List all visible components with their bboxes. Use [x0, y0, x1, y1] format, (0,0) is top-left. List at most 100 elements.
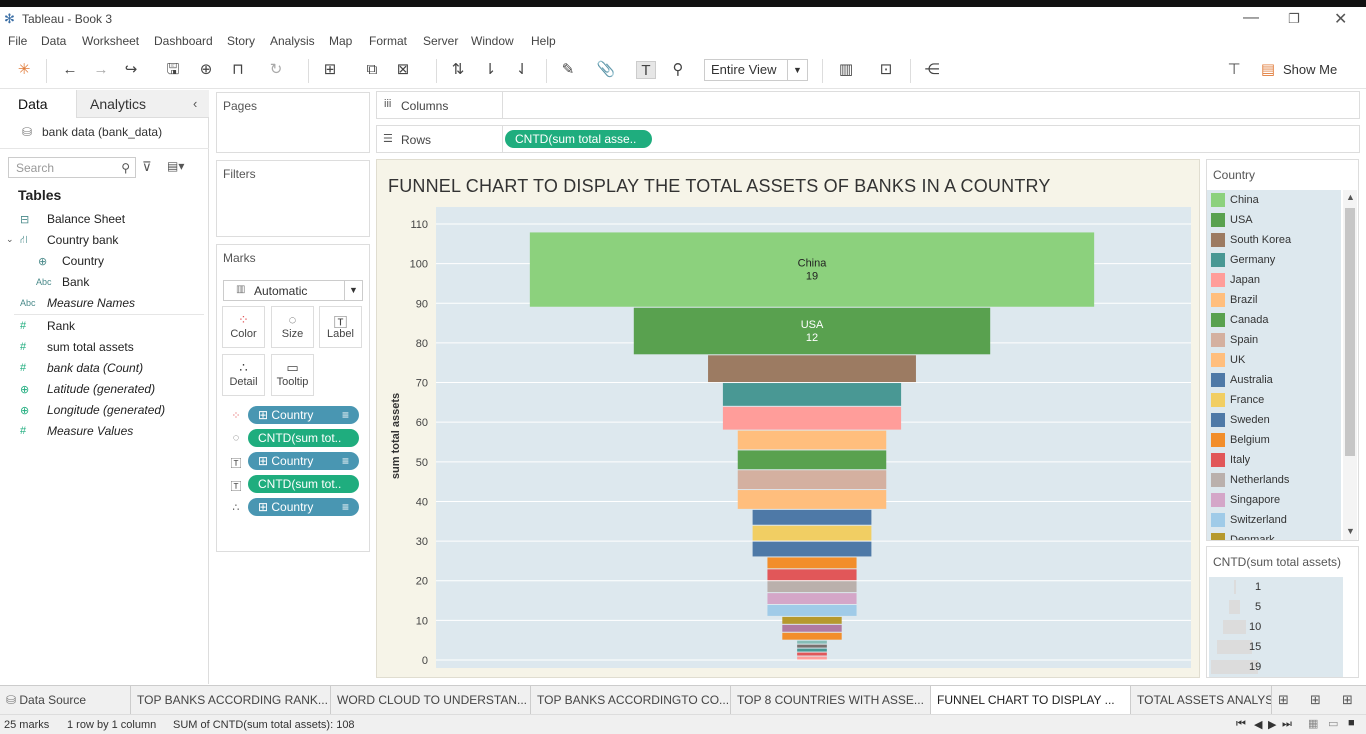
replay-icon[interactable]: ↪	[121, 61, 141, 79]
detail-button[interactable]: ∴ Detail	[222, 354, 265, 396]
pause-updates-icon[interactable]: ⊓	[228, 61, 248, 79]
tab-analytics[interactable]: Analytics	[90, 96, 146, 112]
legend-item[interactable]: Switzerland	[1207, 510, 1341, 530]
legend-item[interactable]: South Korea	[1207, 230, 1341, 250]
field-latitude[interactable]: Latitude (generated)	[47, 382, 155, 396]
next-page-icon[interactable]: ▶	[1268, 718, 1276, 731]
view-options-icon[interactable]: ▤▾	[167, 159, 184, 173]
mark-type-select[interactable]: ▥ Automatic ▼	[223, 280, 363, 301]
tab-sheet[interactable]: TOP 8 COUNTRIES WITH ASSE...	[731, 686, 931, 714]
highlight-icon[interactable]: ✎	[558, 61, 578, 79]
clear-sheet-icon[interactable]: ⊠	[393, 61, 413, 79]
show-me-button[interactable]: Show Me	[1283, 62, 1337, 77]
scroll-down-icon[interactable]: ▼	[1346, 526, 1355, 536]
size-button[interactable]: ◌ Size	[271, 306, 314, 348]
tableau-home-icon[interactable]: ✳	[14, 61, 34, 79]
tooltip-button[interactable]: ▭ Tooltip	[271, 354, 314, 396]
legend-item[interactable]: Denmark	[1207, 530, 1341, 540]
funnel-segment[interactable]	[752, 541, 872, 557]
search-input[interactable]: Search ⚲	[8, 157, 136, 178]
restore-icon[interactable]: ❐	[1288, 11, 1300, 27]
field-measure-values[interactable]: Measure Values	[47, 424, 133, 438]
field-bank[interactable]: Bank	[62, 275, 89, 289]
paint-brush-icon[interactable]: ⊤	[1224, 61, 1244, 79]
legend-item[interactable]: Australia	[1207, 370, 1341, 390]
save-icon[interactable]: 🖫	[163, 61, 183, 79]
field-bank-data-count[interactable]: bank data (Count)	[47, 361, 143, 375]
tab-sheet[interactable]: WORD CLOUD TO UNDERSTAN...	[331, 686, 531, 714]
show-me-icon[interactable]: ▤	[1258, 61, 1278, 79]
funnel-segment[interactable]	[737, 490, 887, 509]
chevron-down-icon[interactable]: ⌄	[6, 234, 14, 245]
tab-sheet[interactable]: TOTAL ASSETS ANALYS	[1131, 686, 1272, 714]
field-country-bank[interactable]: Country bank	[47, 233, 118, 247]
funnel-segment[interactable]	[767, 581, 857, 593]
funnel-segment[interactable]	[782, 616, 842, 624]
legend-item[interactable]: Netherlands	[1207, 470, 1341, 490]
marks-pill-color-country[interactable]: ⊞ Country ≡	[248, 406, 359, 424]
funnel-segment[interactable]	[782, 632, 842, 640]
funnel-segment[interactable]	[797, 648, 827, 652]
menu-window[interactable]: Window	[471, 34, 514, 48]
funnel-segment[interactable]	[797, 656, 827, 660]
legend-item[interactable]: Italy	[1207, 450, 1341, 470]
funnel-segment[interactable]	[782, 624, 842, 632]
legend-item[interactable]: Singapore	[1207, 490, 1341, 510]
funnel-segment[interactable]	[737, 430, 887, 450]
filmstrip-view-icon[interactable]: ▭	[1328, 717, 1338, 730]
tab-data[interactable]: Data	[18, 96, 48, 112]
menu-worksheet[interactable]: Worksheet	[82, 34, 139, 48]
duplicate-sheet-icon[interactable]: ⧉	[362, 61, 382, 79]
menu-story[interactable]: Story	[227, 34, 255, 48]
close-icon[interactable]: ✕	[1334, 9, 1347, 29]
tab-sheet[interactable]: TOP BANKS ACCORDINGTO CO...	[531, 686, 731, 714]
field-balance-sheet[interactable]: Balance Sheet	[47, 212, 125, 226]
funnel-segment[interactable]	[797, 640, 827, 644]
scrollbar-thumb[interactable]	[1345, 208, 1355, 456]
funnel-segment[interactable]	[767, 593, 857, 605]
datasource-name[interactable]: bank data (bank_data)	[42, 125, 162, 139]
fix-axes-icon[interactable]: ⚲	[668, 61, 688, 79]
pages-card[interactable]: Pages	[216, 92, 370, 153]
funnel-segment[interactable]	[767, 557, 857, 569]
field-country[interactable]: Country	[62, 254, 104, 268]
show-cards-icon[interactable]: ▥	[836, 61, 856, 79]
new-story-icon[interactable]: ⊞	[1342, 692, 1353, 708]
field-longitude[interactable]: Longitude (generated)	[47, 403, 165, 417]
funnel-segment[interactable]	[737, 450, 887, 470]
new-dashboard-icon[interactable]: ⊞	[1310, 692, 1321, 708]
field-measure-names[interactable]: Measure Names	[47, 296, 135, 310]
legend-item[interactable]: Spain	[1207, 330, 1341, 350]
marks-pill-label-country[interactable]: ⊞ Country ≡	[248, 452, 359, 470]
legend-item[interactable]: USA	[1207, 210, 1341, 230]
new-worksheet-icon[interactable]: ⊞	[1278, 692, 1289, 708]
menu-server[interactable]: Server	[423, 34, 458, 48]
minimize-icon[interactable]: —	[1243, 9, 1259, 27]
funnel-segment[interactable]	[752, 525, 872, 541]
funnel-segment[interactable]	[767, 605, 857, 616]
legend-item[interactable]: Sweden	[1207, 410, 1341, 430]
marks-pill-size-cntd[interactable]: CNTD(sum tot..	[248, 429, 359, 447]
field-sum-total-assets[interactable]: sum total assets	[47, 340, 134, 354]
redo-icon[interactable]: →	[91, 61, 111, 79]
legend-item[interactable]: Germany	[1207, 250, 1341, 270]
scroll-up-icon[interactable]: ▲	[1346, 192, 1355, 202]
funnel-segment[interactable]	[708, 355, 916, 383]
legend-scrollbar[interactable]: ▲ ▼	[1343, 190, 1357, 540]
tab-view-icon[interactable]: ■	[1348, 717, 1355, 729]
legend-item[interactable]: France	[1207, 390, 1341, 410]
grid-view-icon[interactable]: ▦	[1308, 717, 1318, 730]
new-worksheet-icon[interactable]: ⊞	[320, 61, 340, 79]
menu-map[interactable]: Map	[329, 34, 352, 48]
funnel-segment[interactable]	[737, 470, 887, 490]
funnel-segment[interactable]	[797, 644, 827, 648]
presentation-mode-icon[interactable]: ⊡	[876, 61, 896, 79]
rows-shelf[interactable]: ☰ Rows CNTD(sum total asse..	[376, 125, 1360, 153]
menu-dashboard[interactable]: Dashboard	[154, 34, 213, 48]
prev-page-icon[interactable]: ◀	[1254, 718, 1262, 731]
collapse-pane-icon[interactable]: ‹	[193, 96, 197, 111]
refresh-icon[interactable]: ↻	[266, 61, 286, 79]
menu-analysis[interactable]: Analysis	[270, 34, 315, 48]
rows-pill-cntd[interactable]: CNTD(sum total asse..	[505, 130, 652, 148]
legend-item[interactable]: Brazil	[1207, 290, 1341, 310]
